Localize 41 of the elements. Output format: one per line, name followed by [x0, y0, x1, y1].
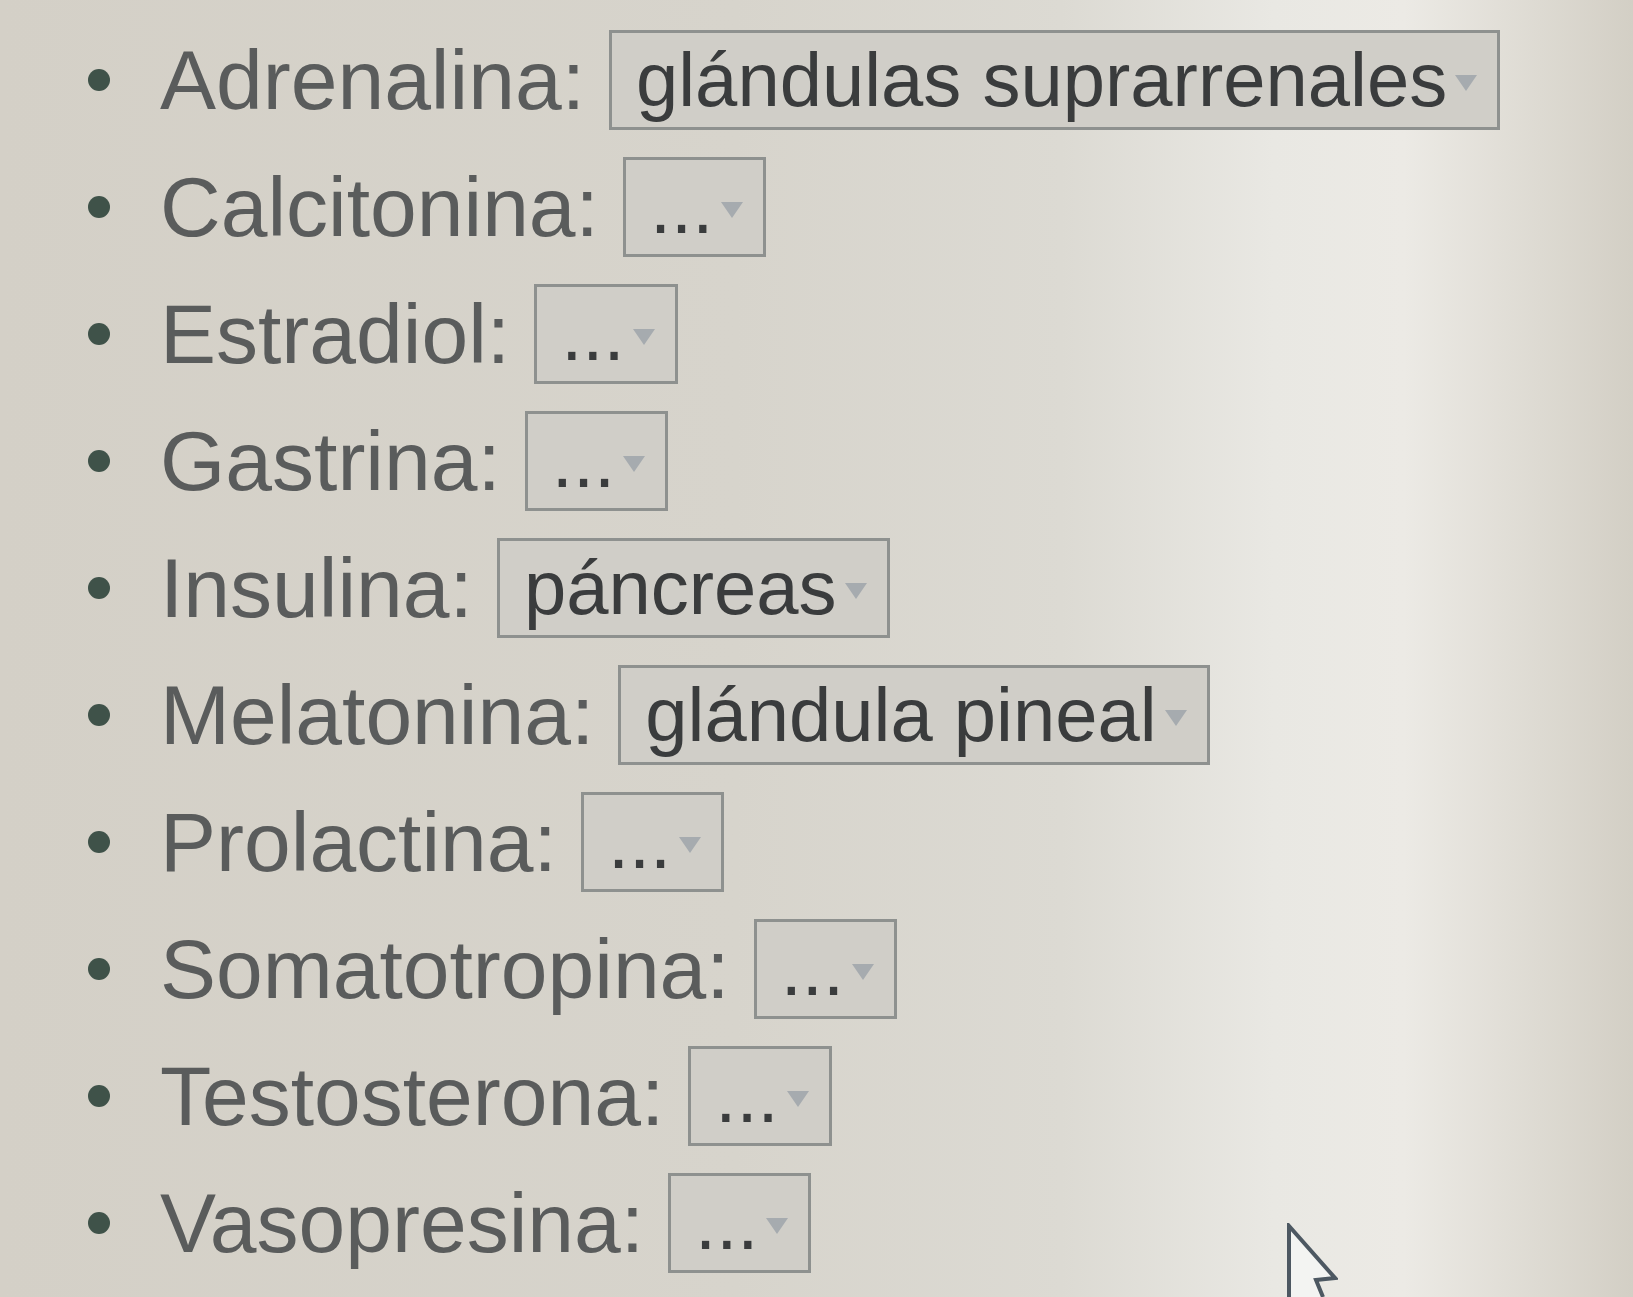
bullet-icon [88, 450, 110, 472]
bullet-icon [88, 704, 110, 726]
gland-dropdown[interactable]: ... [622, 157, 767, 257]
gland-dropdown[interactable]: ... [688, 1046, 832, 1146]
bullet-icon [88, 1085, 110, 1107]
hormone-label: Gastrina: [160, 413, 501, 510]
gland-dropdown[interactable]: glándulas suprarrenales [608, 30, 1501, 130]
caret-icon [786, 1091, 809, 1107]
mouse-pointer-icon [1286, 1223, 1338, 1297]
gland-dropdown[interactable]: ... [668, 1173, 812, 1273]
hormone-label: Insulina: [160, 540, 473, 637]
bullet-icon [88, 577, 110, 599]
bullet-icon [88, 958, 110, 980]
hormone-label: Adrenalina: [160, 32, 585, 129]
bullet-icon [88, 831, 110, 853]
gland-dropdown[interactable]: ... [524, 411, 669, 511]
caret-icon [721, 202, 744, 218]
caret-icon [632, 329, 655, 345]
hormone-label: Estradiol: [160, 286, 511, 383]
hormone-label: Prolactina: [160, 794, 557, 891]
caret-icon [1164, 710, 1187, 726]
bullet-icon [88, 69, 110, 91]
caret-icon [623, 456, 646, 472]
hormone-label: Somatotropina: [160, 921, 730, 1018]
caret-icon [766, 1218, 789, 1234]
hormone-label: Melatonina: [160, 667, 595, 764]
gland-dropdown[interactable]: glándula pineal [618, 665, 1210, 765]
gland-dropdown[interactable]: páncreas [496, 538, 890, 638]
bullet-icon [88, 1212, 110, 1234]
gland-dropdown[interactable]: ... [753, 919, 898, 1019]
bullet-icon [88, 323, 110, 345]
caret-icon [1455, 75, 1478, 91]
bullet-icon [88, 196, 110, 218]
gland-dropdown[interactable]: ... [534, 284, 678, 384]
gland-dropdown[interactable]: ... [580, 792, 725, 892]
caret-icon [679, 837, 702, 853]
caret-icon [844, 583, 867, 599]
hormone-label: Calcitonina: [160, 159, 599, 256]
hormone-label: Vasopresina: [160, 1175, 645, 1272]
caret-icon [852, 964, 875, 980]
hormone-label: Testosterona: [160, 1048, 665, 1145]
